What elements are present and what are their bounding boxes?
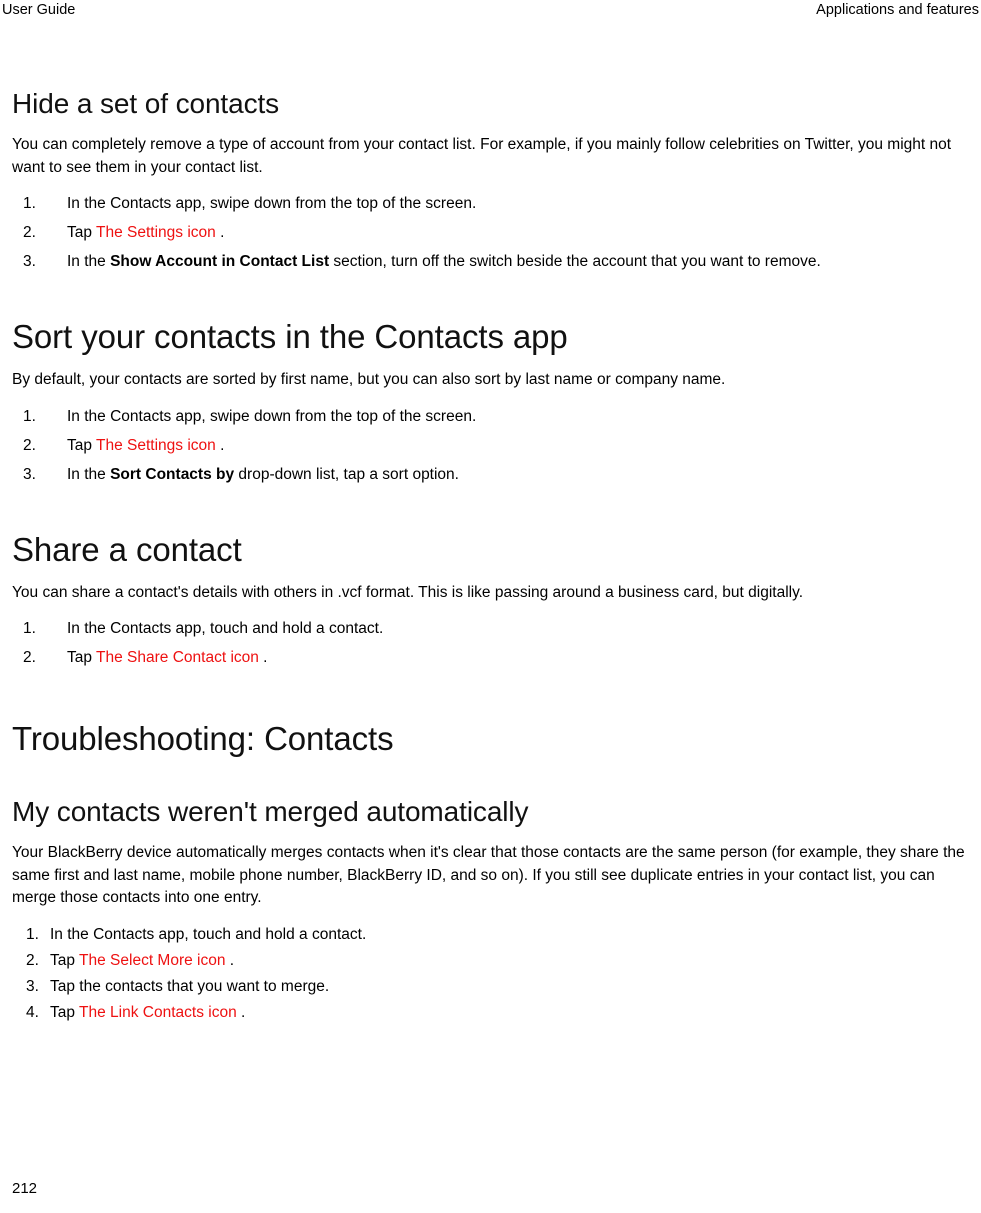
list-item: 4. Tap The Link Contacts icon . [12, 1002, 981, 1024]
document-content: Hide a set of contacts You can completel… [12, 86, 981, 1028]
running-header-right: Applications and features [816, 2, 979, 18]
running-header-left: User Guide [2, 2, 76, 18]
list-item: 1. In the Contacts app, touch and hold a … [12, 618, 981, 640]
list-item-text-tail: . [236, 1003, 246, 1021]
settings-icon-alt-text: The Settings icon [96, 436, 216, 454]
section-paragraph: You can completely remove a type of acco… [12, 136, 952, 176]
list-item: 1. In the Contacts app, swipe down from t… [12, 406, 981, 428]
list-item: 1. In the Contacts app, swipe down from t… [12, 193, 981, 215]
list-item-number: 1. [26, 925, 39, 943]
list-item-text: Tap [50, 1003, 80, 1021]
list-item: 2. Tap The Select More icon . [12, 950, 981, 972]
list-item-number: 4. [26, 1003, 39, 1021]
section-sort-your-contacts: Sort your contacts in the Contacts app B… [12, 317, 981, 486]
list-item-text-tail: drop-down list, tap a sort option. [234, 465, 459, 483]
step-list: 1. In the Contacts app, touch and hold a … [12, 618, 981, 669]
list-item-text: In the Contacts app, swipe down from the… [67, 195, 477, 212]
list-item-number: 3. [23, 253, 36, 270]
link-contacts-icon-alt-text: The Link Contacts icon [79, 1003, 237, 1021]
list-item-text-tail: section, turn off the switch beside the … [329, 253, 821, 270]
section-troubleshooting-contacts: Troubleshooting: Contacts [12, 719, 981, 759]
list-item: 2. Tap The Share Contact icon . [12, 647, 981, 669]
list-item-text: In the [67, 253, 111, 270]
list-item-text-tail: . [215, 224, 225, 241]
step-list: 1. In the Contacts app, touch and hold a … [12, 924, 981, 1024]
list-item-text: In the Contacts app, touch and hold a co… [50, 925, 367, 943]
list-item-text: In the Contacts app, touch and hold a co… [67, 620, 384, 637]
list-item-text-tail: . [225, 951, 235, 969]
section-contacts-not-merged: My contacts weren't merged automatically… [12, 794, 981, 1024]
list-item-number: 2. [23, 436, 36, 454]
list-item: 3. In the Show Account in Contact List se… [12, 251, 981, 273]
list-item-number: 1. [23, 407, 36, 425]
list-item-text-tail: . [258, 649, 268, 666]
step-list: 1. In the Contacts app, swipe down from t… [12, 406, 981, 486]
section-paragraph: You can share a contact's details with o… [12, 583, 803, 601]
page-number: 212 [12, 1180, 38, 1197]
list-item-emphasis: Show Account in Contact List [110, 253, 330, 270]
section-heading: Troubleshooting: Contacts [12, 720, 394, 757]
section-share-a-contact: Share a contact You can share a contact'… [12, 530, 981, 670]
list-item: 1. In the Contacts app, touch and hold a … [12, 924, 981, 946]
section-heading: My contacts weren't merged automatically [12, 796, 529, 827]
share-contact-icon-alt-text: The Share Contact icon [96, 649, 259, 666]
settings-icon-alt-text: The Settings icon [96, 224, 216, 241]
list-item-emphasis: Sort Contacts by [110, 465, 235, 483]
select-more-icon-alt-text: The Select More icon [79, 951, 226, 969]
section-paragraph: Your BlackBerry device automatically mer… [12, 844, 965, 906]
list-item: 3. In the Sort Contacts by drop-down list… [12, 464, 981, 486]
list-item-number: 3. [26, 977, 39, 995]
section-hide-a-set-of-contacts: Hide a set of contacts You can completel… [12, 86, 981, 273]
list-item: 3. Tap the contacts that you want to merg… [12, 976, 981, 998]
list-item: 2. Tap The Settings icon . [12, 435, 981, 457]
list-item-text: In the [67, 465, 111, 483]
section-heading: Sort your contacts in the Contacts app [12, 318, 568, 355]
list-item-text-tail: . [215, 436, 225, 454]
list-item: 2. Tap The Settings icon . [12, 222, 981, 244]
list-item-text: In the Contacts app, swipe down from the… [67, 407, 477, 425]
list-item-text: Tap [67, 224, 97, 241]
list-item-number: 3. [23, 465, 36, 483]
list-item-number: 1. [23, 195, 36, 212]
list-item-text: Tap the contacts that you want to merge. [50, 977, 330, 995]
list-item-number: 2. [23, 224, 36, 241]
running-header: User Guide Applications and features [0, 0, 981, 26]
list-item-number: 2. [26, 951, 39, 969]
list-item-text: Tap [67, 649, 97, 666]
section-heading: Hide a set of contacts [12, 88, 280, 119]
step-list: 1. In the Contacts app, swipe down from t… [12, 193, 981, 273]
section-paragraph: By default, your contacts are sorted by … [12, 371, 726, 388]
section-heading: Share a contact [12, 530, 242, 568]
list-item-number: 1. [23, 620, 36, 637]
list-item-text: Tap [50, 951, 80, 969]
list-item-number: 2. [23, 649, 36, 666]
document-page: User Guide Applications and features Hid… [0, 0, 981, 1213]
list-item-text: Tap [67, 436, 97, 454]
